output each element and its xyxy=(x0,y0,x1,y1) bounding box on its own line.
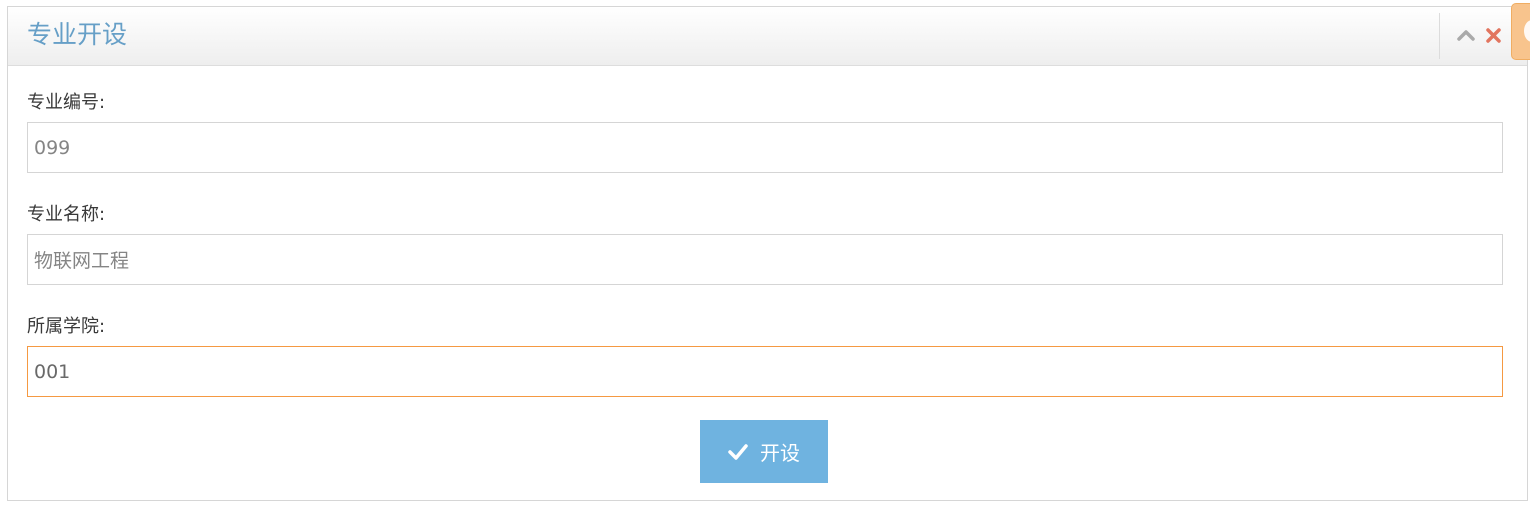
major-code-label: 专业编号: xyxy=(27,92,106,113)
major-name-label: 专业名称: xyxy=(27,204,106,225)
major-setup-panel: 专业开设 专业编号: 专业名称: 所属学院: xyxy=(7,3,1530,501)
settings-toggle[interactable] xyxy=(1511,3,1530,60)
college-label: 所属学院: xyxy=(27,316,106,337)
college-input[interactable] xyxy=(27,346,1503,397)
panel-header: 专业开设 xyxy=(8,3,1530,66)
submit-button-label: 开设 xyxy=(760,441,800,465)
gear-icon xyxy=(1524,20,1530,42)
major-code-input[interactable] xyxy=(27,122,1503,173)
check-icon xyxy=(728,443,748,461)
panel-title: 专业开设 xyxy=(27,20,128,49)
major-name-input[interactable] xyxy=(27,234,1503,285)
chevron-up-icon[interactable] xyxy=(1456,25,1476,45)
close-icon[interactable] xyxy=(1484,25,1504,45)
submit-button[interactable]: 开设 xyxy=(700,420,828,483)
